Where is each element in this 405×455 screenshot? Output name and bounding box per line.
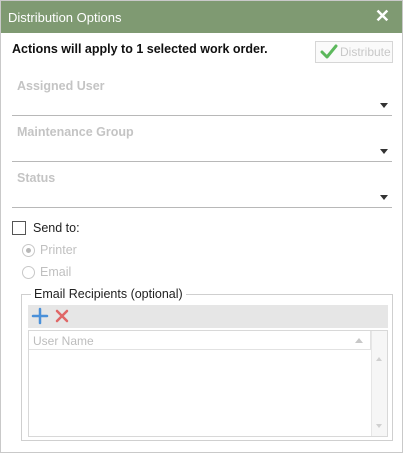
email-radio-label: Email	[40, 265, 72, 279]
printer-radio-row[interactable]: Printer	[22, 243, 77, 257]
chevron-down-icon	[380, 103, 388, 108]
recipients-grid: User Name	[28, 330, 388, 437]
scroll-down-icon[interactable]	[376, 424, 382, 428]
status-label: Status	[17, 171, 56, 185]
assigned-user-dropdown[interactable]	[12, 94, 392, 116]
sort-ascending-icon	[355, 338, 363, 343]
maintenance-group-label: Maintenance Group	[17, 125, 134, 139]
checkmark-icon	[320, 44, 338, 59]
selection-summary: Actions will apply to 1 selected work or…	[12, 42, 268, 56]
printer-radio[interactable]	[22, 243, 35, 257]
remove-icon[interactable]	[53, 307, 71, 325]
chevron-down-icon	[380, 195, 388, 200]
distribution-options-dialog: Distribution Options ✕ Actions will appl…	[0, 0, 403, 453]
dialog-titlebar: Distribution Options ✕	[1, 1, 402, 33]
vertical-scrollbar[interactable]	[371, 331, 387, 436]
assigned-user-label: Assigned User	[17, 79, 105, 93]
scroll-up-icon[interactable]	[376, 357, 382, 361]
maintenance-group-dropdown[interactable]	[12, 140, 392, 162]
email-radio[interactable]	[22, 265, 35, 279]
email-recipients-group: Email Recipients (optional) User Name	[21, 287, 393, 441]
add-icon[interactable]	[31, 307, 49, 325]
status-dropdown[interactable]	[12, 186, 392, 208]
dialog-title: Distribution Options	[8, 10, 122, 25]
distribute-button-label: Distribute	[340, 45, 391, 59]
close-icon[interactable]: ✕	[375, 6, 390, 27]
column-header-user-name[interactable]: User Name	[29, 331, 371, 350]
send-to-checkbox-row[interactable]: Send to:	[12, 221, 80, 235]
email-radio-row[interactable]: Email	[22, 265, 71, 279]
send-to-checkbox[interactable]	[12, 221, 26, 235]
column-header-label: User Name	[33, 334, 94, 348]
printer-radio-label: Printer	[40, 243, 77, 257]
recipients-toolbar	[28, 305, 388, 328]
chevron-down-icon	[380, 149, 388, 154]
distribute-button[interactable]: Distribute	[315, 41, 393, 63]
send-to-label: Send to:	[33, 221, 80, 235]
email-recipients-legend: Email Recipients (optional)	[31, 287, 186, 301]
